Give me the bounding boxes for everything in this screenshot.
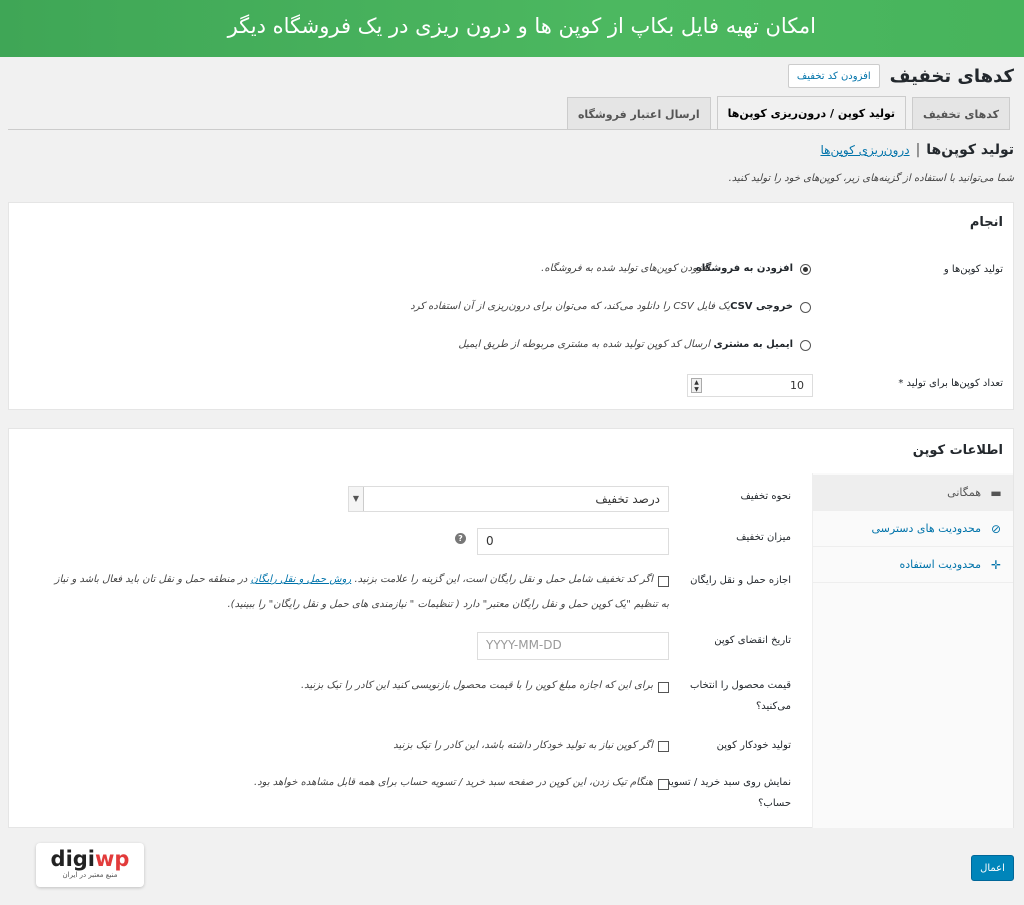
show-on-cart-label-line2: حساب؟ xyxy=(758,798,791,809)
side-tab-usage-label: محدودیت استفاده xyxy=(899,558,981,571)
import-coupons-link[interactable]: درون‌ریزی کوپن‌ها xyxy=(820,143,909,157)
heading-separator: | xyxy=(915,142,921,158)
tab-bar: کدهای تخفیف تولید کوپن / درون‌ریزی کوپن‌… xyxy=(566,96,1010,130)
price-override-label: قیمت محصول را انتخاب xyxy=(690,680,791,691)
option-email-customer-label: ایمیل به مشتری xyxy=(713,339,793,350)
free-shipping-label: اجازه حمل و نقل رایگان xyxy=(690,575,791,586)
show-on-cart-description: هنگام تیک زدن، این کوپن در صفحه سبد خرید… xyxy=(254,777,653,788)
tab-generate-import[interactable]: تولید کوپن / درون‌ریزی کوپن‌ها xyxy=(716,96,906,130)
action-box-title: انجام xyxy=(969,215,1003,230)
coupon-side-nav: ▬ همگانی ⊘ محدودیت های دسترسی ✛ محدودیت … xyxy=(812,473,1013,828)
digiwp-logo: digiwp منبع معتبر در ایران xyxy=(36,843,144,887)
price-override-description: برای این که اجازه مبلغ کوپن را با قیمت م… xyxy=(300,680,653,691)
discount-type-label: نحوه تخفیف xyxy=(740,491,792,502)
section-description: شما می‌توانید با استفاده از گزینه‌های زی… xyxy=(728,173,1014,184)
help-icon[interactable]: ? xyxy=(455,533,466,544)
add-coupon-button[interactable]: افزودن کد تخفیف xyxy=(787,64,880,88)
discount-amount-label: میزان تخفیف xyxy=(736,532,791,543)
block-icon: ⊘ xyxy=(990,521,1002,536)
section-title: تولید کوپن‌ها xyxy=(926,142,1014,158)
page-title: کدهای تخفیف xyxy=(889,65,1014,87)
chevron-down-icon: ▼ xyxy=(349,487,364,511)
ticket-icon: ▬ xyxy=(990,485,1002,500)
expiry-date-input[interactable]: YYYY-MM-DD xyxy=(477,632,669,660)
tab-send-store-credit[interactable]: ارسال اعتبار فروشگاه xyxy=(566,97,711,130)
option-add-to-store-label: افزودن به فروشگاه xyxy=(695,263,793,274)
price-override-checkbox[interactable] xyxy=(658,682,669,693)
coupon-count-label: تعداد کوپن‌ها برای تولید * xyxy=(898,378,1003,389)
free-shipping-description-line2: به تنظیم "یک کوپن حمل و نقل رایگان معتبر… xyxy=(227,599,670,610)
show-on-cart-label: نمایش روی سبد خرید / تسویه xyxy=(665,777,791,788)
free-shipping-desc-part2: در منطقه حمل و نقل تان باید فعال باشد و … xyxy=(54,574,248,585)
expiry-date-label: تاریخ انقضای کوپن xyxy=(714,635,791,646)
action-box: انجام تولید کوپن‌ها و افزودن به فروشگاه … xyxy=(8,202,1014,410)
show-on-cart-checkbox[interactable] xyxy=(658,779,669,790)
tab-divider xyxy=(8,129,1010,130)
option-export-csv-desc: یک فایل CSV را دانلود می‌کند، که می‌توان… xyxy=(410,301,730,312)
generate-label: تولید کوپن‌ها و xyxy=(943,264,1003,275)
free-shipping-checkbox[interactable] xyxy=(658,576,669,587)
price-override-label-line2: می‌کنید؟ xyxy=(755,701,791,712)
side-tab-usage-limits[interactable]: ✛ محدودیت استفاده xyxy=(813,547,1013,583)
option-export-csv-label: خروجی CSV xyxy=(730,301,793,312)
radio-add-to-store[interactable] xyxy=(800,264,811,275)
coupon-info-title: اطلاعات کوپن xyxy=(912,443,1003,458)
arrows-icon: ✛ xyxy=(990,557,1002,572)
coupon-count-value: 10 xyxy=(790,379,804,392)
promo-banner: امکان تهیه فایل بکاپ از کوپن ها و درون ر… xyxy=(0,0,1024,57)
side-tab-access-restrictions[interactable]: ⊘ محدودیت های دسترسی xyxy=(813,511,1013,547)
side-tab-access-label: محدودیت های دسترسی xyxy=(871,522,981,535)
discount-type-value: درصد تخفیف xyxy=(595,492,660,506)
auto-generate-checkbox[interactable] xyxy=(658,741,669,752)
apply-button[interactable]: اعمال xyxy=(971,855,1014,881)
free-shipping-method-link[interactable]: روش حمل و نقل رایگان xyxy=(251,574,352,585)
auto-generate-label: تولید خودکار کوپن xyxy=(716,740,791,751)
discount-type-select[interactable]: درصد تخفیف ▼ xyxy=(348,486,669,512)
spinner-icon[interactable]: ▲ ▼ xyxy=(691,378,702,393)
auto-generate-description: اگر کوپن نیاز به تولید خودکار داشته باشد… xyxy=(393,740,653,751)
section-heading: تولید کوپن‌ها | درون‌ریزی کوپن‌ها xyxy=(820,142,1014,158)
free-shipping-desc-part1: اگر کد تخفیف شامل حمل و نقل رایگان است، … xyxy=(354,574,653,585)
free-shipping-description: اگر کد تخفیف شامل حمل و نقل رایگان است، … xyxy=(13,570,653,590)
logo-tagline: منبع معتبر در ایران xyxy=(62,871,118,879)
side-tab-general[interactable]: ▬ همگانی xyxy=(813,475,1013,511)
logo-wordmark: digiwp xyxy=(50,847,130,871)
discount-amount-input[interactable]: 0 xyxy=(477,528,669,555)
coupon-info-box: اطلاعات کوپن ▬ همگانی ⊘ محدودیت های دستر… xyxy=(8,428,1014,828)
radio-export-csv[interactable] xyxy=(800,302,811,313)
radio-email-customer[interactable] xyxy=(800,340,811,351)
side-tab-general-label: همگانی xyxy=(947,486,981,499)
option-email-customer-desc: ارسال کد کوپن تولید شده به مشتری مربوطه … xyxy=(458,339,710,350)
page-header: کدهای تخفیف افزودن کد تخفیف xyxy=(787,62,1014,90)
tab-coupons[interactable]: کدهای تخفیف xyxy=(912,97,1010,130)
option-add-to-store-desc: افزودن کوپن‌های تولید شده به فروشگاه. xyxy=(541,263,710,274)
coupon-count-input[interactable]: 10 ▲ ▼ xyxy=(687,374,813,397)
